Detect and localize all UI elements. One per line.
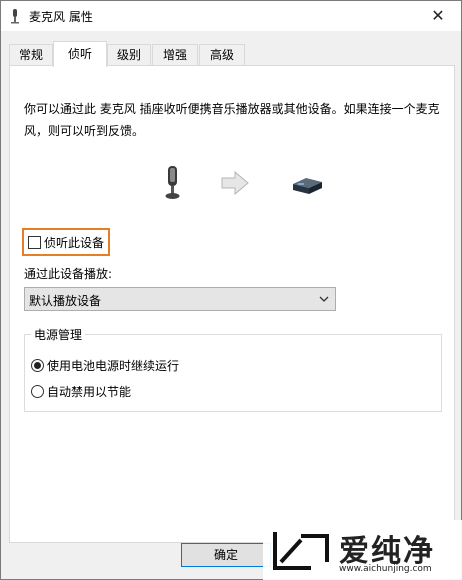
chevron-down-icon (319, 296, 329, 302)
microphone-title-icon (11, 9, 19, 24)
ok-button[interactable]: 确定 (181, 543, 271, 567)
tab-levels[interactable]: 级别 (107, 44, 151, 66)
window-title: 麦克风 属性 (29, 10, 93, 24)
tab-advanced[interactable]: 高级 (199, 44, 245, 66)
listen-checkbox-label[interactable]: 侦听此设备 (44, 234, 104, 251)
playback-device-select[interactable]: 默认播放设备 (24, 287, 336, 311)
listen-checkbox[interactable] (28, 236, 41, 249)
tab-enhancements[interactable]: 增强 (152, 44, 198, 66)
watermark: 爱纯净 www.aichunjing.com (263, 520, 462, 580)
radio-auto-disable[interactable] (31, 385, 44, 398)
playback-label: 通过此设备播放: (24, 267, 113, 281)
radio-auto-disable-label[interactable]: 自动禁用以节能 (47, 383, 131, 400)
microphone-icon (165, 166, 180, 199)
tab-general[interactable]: 常规 (9, 44, 53, 66)
properties-dialog: 麦克风 属性 ✕ 常规 侦听 级别 增强 高级 你可以通过此 麦克风 插座收听便… (0, 0, 462, 580)
tab-listen[interactable]: 侦听 (53, 41, 107, 67)
power-management-group: 电源管理 使用电池电源时继续运行 自动禁用以节能 (24, 326, 442, 412)
title-bar: 麦克风 属性 ✕ (1, 1, 461, 31)
close-button[interactable]: ✕ (415, 1, 461, 31)
playback-selected-value: 默认播放设备 (29, 294, 102, 308)
radio-keep-running[interactable] (31, 359, 44, 372)
arrow-right-icon (221, 170, 249, 196)
power-group-title: 电源管理 (31, 326, 86, 343)
watermark-logo-icon (273, 532, 329, 570)
radio-selected-dot (34, 362, 41, 369)
speaker-device-icon (293, 178, 322, 194)
listen-description: 你可以通过此 麦克风 插座收听便携音乐播放器或其他设备。如果连接一个麦克风，则可… (24, 102, 440, 138)
watermark-url: www.aichunjing.com (339, 564, 432, 574)
listen-diagram (165, 166, 322, 199)
listen-panel: 你可以通过此 麦克风 插座收听便携音乐播放器或其他设备。如果连接一个麦克风，则可… (9, 65, 455, 543)
radio-keep-running-label[interactable]: 使用电池电源时继续运行 (47, 357, 179, 374)
close-icon: ✕ (431, 6, 445, 25)
